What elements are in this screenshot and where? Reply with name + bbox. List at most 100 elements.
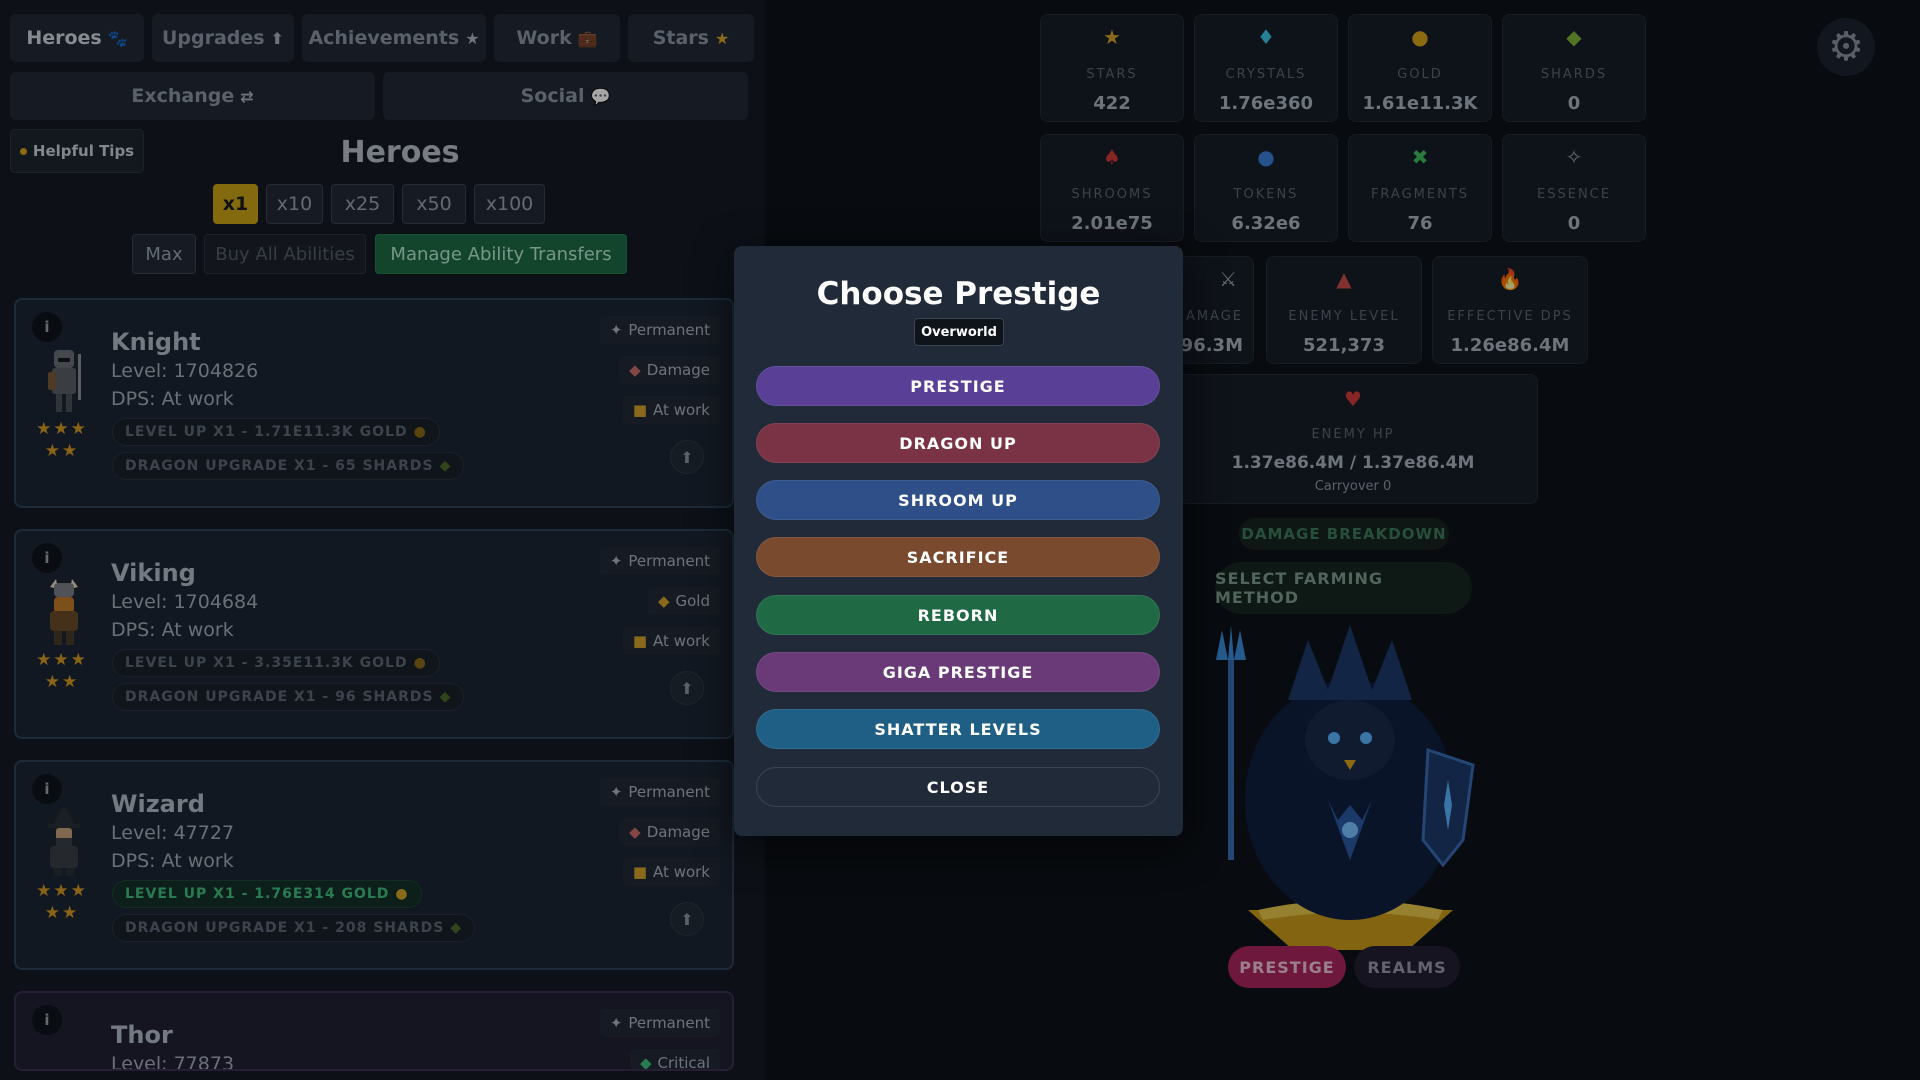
tab-upgrades[interactable]: Upgrades ⬆ (152, 14, 294, 62)
gold-bag-icon: ● (395, 886, 409, 902)
tab-work[interactable]: Work 💼 (494, 14, 620, 62)
level-up-button[interactable]: LEVEL UP X1 - 1.76E314 GOLD ● (112, 880, 422, 908)
type-tag: ◆ Damage (619, 356, 720, 384)
heart-icon: ♥ (1344, 387, 1362, 411)
info-icon[interactable]: i (32, 1005, 62, 1035)
tab-label: Exchange (131, 85, 235, 107)
enemy-boss-image (1216, 625, 1475, 950)
max-button[interactable]: Max (132, 234, 196, 274)
stat-label: ENEMY LEVEL (1288, 309, 1400, 324)
stat-fragments: ✖ FRAGMENTS 76 (1348, 134, 1492, 242)
stat-value: 422 (1093, 93, 1131, 114)
chat-icon: 💬 (590, 86, 611, 106)
info-icon[interactable]: i (32, 543, 62, 573)
stat-crystals: ♦ CRYSTALS 1.76e360 (1194, 14, 1338, 122)
star-icon: ★ (714, 28, 730, 48)
viking-avatar-icon (50, 579, 78, 645)
tab-stars[interactable]: Stars ★ (628, 14, 754, 62)
briefcase-icon: ■ (632, 632, 648, 650)
multiplier-x1[interactable]: x1 (213, 184, 258, 224)
star-icon: ★ (465, 28, 480, 48)
tag-label: At work (653, 632, 710, 650)
hero-stars: ★★★ ★★ (36, 650, 88, 692)
prestige-button[interactable]: PRESTIGE (756, 366, 1160, 406)
secondary-tabs: Exchange ⇄ Social 💬 (10, 72, 748, 120)
level-up-button[interactable]: LEVEL UP X1 - 1.71E11.3K GOLD ● (112, 418, 440, 446)
dragon-up-button[interactable]: DRAGON UP (756, 423, 1160, 463)
tab-label: Social (520, 85, 585, 107)
stat-value: 1.26e86.4M (1450, 335, 1570, 356)
tab-heroes[interactable]: Heroes 🐾 (10, 14, 144, 62)
info-icon[interactable]: i (32, 774, 62, 804)
dragon-upgrade-label: DRAGON UPGRADE X1 - 208 SHARDS (125, 920, 445, 936)
manage-ability-transfers-button[interactable]: Manage Ability Transfers (375, 234, 627, 274)
stat-shards: ◆ SHARDS 0 (1502, 14, 1646, 122)
reborn-button[interactable]: REBORN (756, 595, 1160, 635)
hero-card-viking: i ★★★ ★★ Viking Level: 1704684 DPS: At w… (14, 529, 734, 739)
sparkle-icon: ✦ (609, 783, 623, 801)
stat-stars: ★ STARS 422 (1040, 14, 1184, 122)
hero-dps: DPS: At work (111, 388, 234, 410)
dragon-upgrade-button[interactable]: DRAGON UPGRADE X1 - 96 SHARDS ◆ (112, 683, 465, 711)
close-button[interactable]: CLOSE (756, 767, 1160, 807)
tab-social[interactable]: Social 💬 (383, 72, 748, 120)
tab-achievements[interactable]: Achievements ★ (302, 14, 486, 62)
realms-tab-button[interactable]: REALMS (1354, 946, 1460, 988)
shatter-levels-button[interactable]: SHATTER LEVELS (756, 709, 1160, 749)
tag-label: At work (653, 863, 710, 881)
stat-label: GOLD (1397, 67, 1443, 82)
stat-label: SHARDS (1540, 67, 1608, 82)
sparkle-icon: ✦ (609, 552, 623, 570)
dragon-upgrade-button[interactable]: DRAGON UPGRADE X1 - 65 SHARDS ◆ (112, 452, 465, 480)
prestige-tab-button[interactable]: PRESTIGE (1228, 946, 1346, 988)
sparkle-icon: ✦ (609, 1014, 623, 1032)
briefcase-icon: ■ (632, 401, 648, 419)
enemy-hp-value: 1.37e86.4M / 1.37e86.4M (1231, 453, 1475, 473)
shard-icon: ◆ (450, 920, 463, 936)
multiplier-x10[interactable]: x10 (266, 184, 323, 224)
tab-exchange[interactable]: Exchange ⇄ (10, 72, 375, 120)
ability-upgrade-button[interactable]: ⬆ (670, 902, 704, 936)
level-up-button[interactable]: LEVEL UP X1 - 3.35E11.3K GOLD ● (112, 649, 440, 677)
shard-icon: ◆ (439, 689, 452, 705)
gold-bag-icon: ● (1411, 25, 1429, 49)
stat-shrooms: ♠ SHROOMS 2.01e75 (1040, 134, 1184, 242)
bulb-icon (19, 147, 27, 155)
type-tag: ◆ Damage (619, 818, 720, 846)
hero-stars: ★★★ ★★ (36, 419, 88, 461)
token-icon: ● (1257, 145, 1275, 169)
ability-upgrade-button[interactable]: ⬆ (670, 440, 704, 474)
sacrifice-button[interactable]: SACRIFICE (756, 537, 1160, 577)
select-farming-method-button[interactable]: SELECT FARMING METHOD (1215, 562, 1472, 614)
settings-gear-icon[interactable]: ⚙ (1817, 18, 1875, 76)
tab-label: Work (516, 27, 572, 49)
info-icon[interactable]: i (32, 312, 62, 342)
hero-name: Thor (111, 1021, 173, 1049)
helpful-tips-button[interactable]: Helpful Tips (10, 129, 144, 173)
ability-upgrade-button[interactable]: ⬆ (670, 671, 704, 705)
tag-icon: ◆ (639, 1054, 652, 1071)
giga-prestige-button[interactable]: GIGA PRESTIGE (756, 652, 1160, 692)
sparkle-icon: ✦ (609, 321, 623, 339)
multiplier-x25[interactable]: x25 (331, 184, 394, 224)
stat-label: SHROOMS (1071, 187, 1153, 202)
multiplier-x100[interactable]: x100 (474, 184, 545, 224)
tag-label: Permanent (628, 1014, 710, 1032)
type-tag: ◆ Critical (629, 1049, 720, 1071)
hero-name: Knight (111, 328, 201, 356)
arrow-up-circle-icon: ⬆ (270, 28, 285, 48)
multiplier-x50[interactable]: x50 (402, 184, 466, 224)
stat-label: CRYSTALS (1225, 67, 1307, 82)
star-icon: ★ (1103, 25, 1121, 49)
tab-label: Stars (652, 27, 709, 49)
buy-all-abilities-button[interactable]: Buy All Abilities (204, 234, 366, 274)
stat-gold: ● GOLD 1.61e11.3K (1348, 14, 1492, 122)
tag-label: Permanent (628, 783, 710, 801)
shroom-up-button[interactable]: SHROOM UP (756, 480, 1160, 520)
damage-breakdown-button[interactable]: DAMAGE BREAKDOWN (1239, 518, 1449, 550)
enemy-hp-label: ENEMY HP (1311, 427, 1395, 442)
dragon-upgrade-button[interactable]: DRAGON UPGRADE X1 - 208 SHARDS ◆ (112, 914, 476, 942)
briefcase-icon: 💼 (577, 28, 598, 48)
chart-up-icon: ▲ (1336, 267, 1352, 291)
stat-value: 0 (1567, 93, 1581, 114)
